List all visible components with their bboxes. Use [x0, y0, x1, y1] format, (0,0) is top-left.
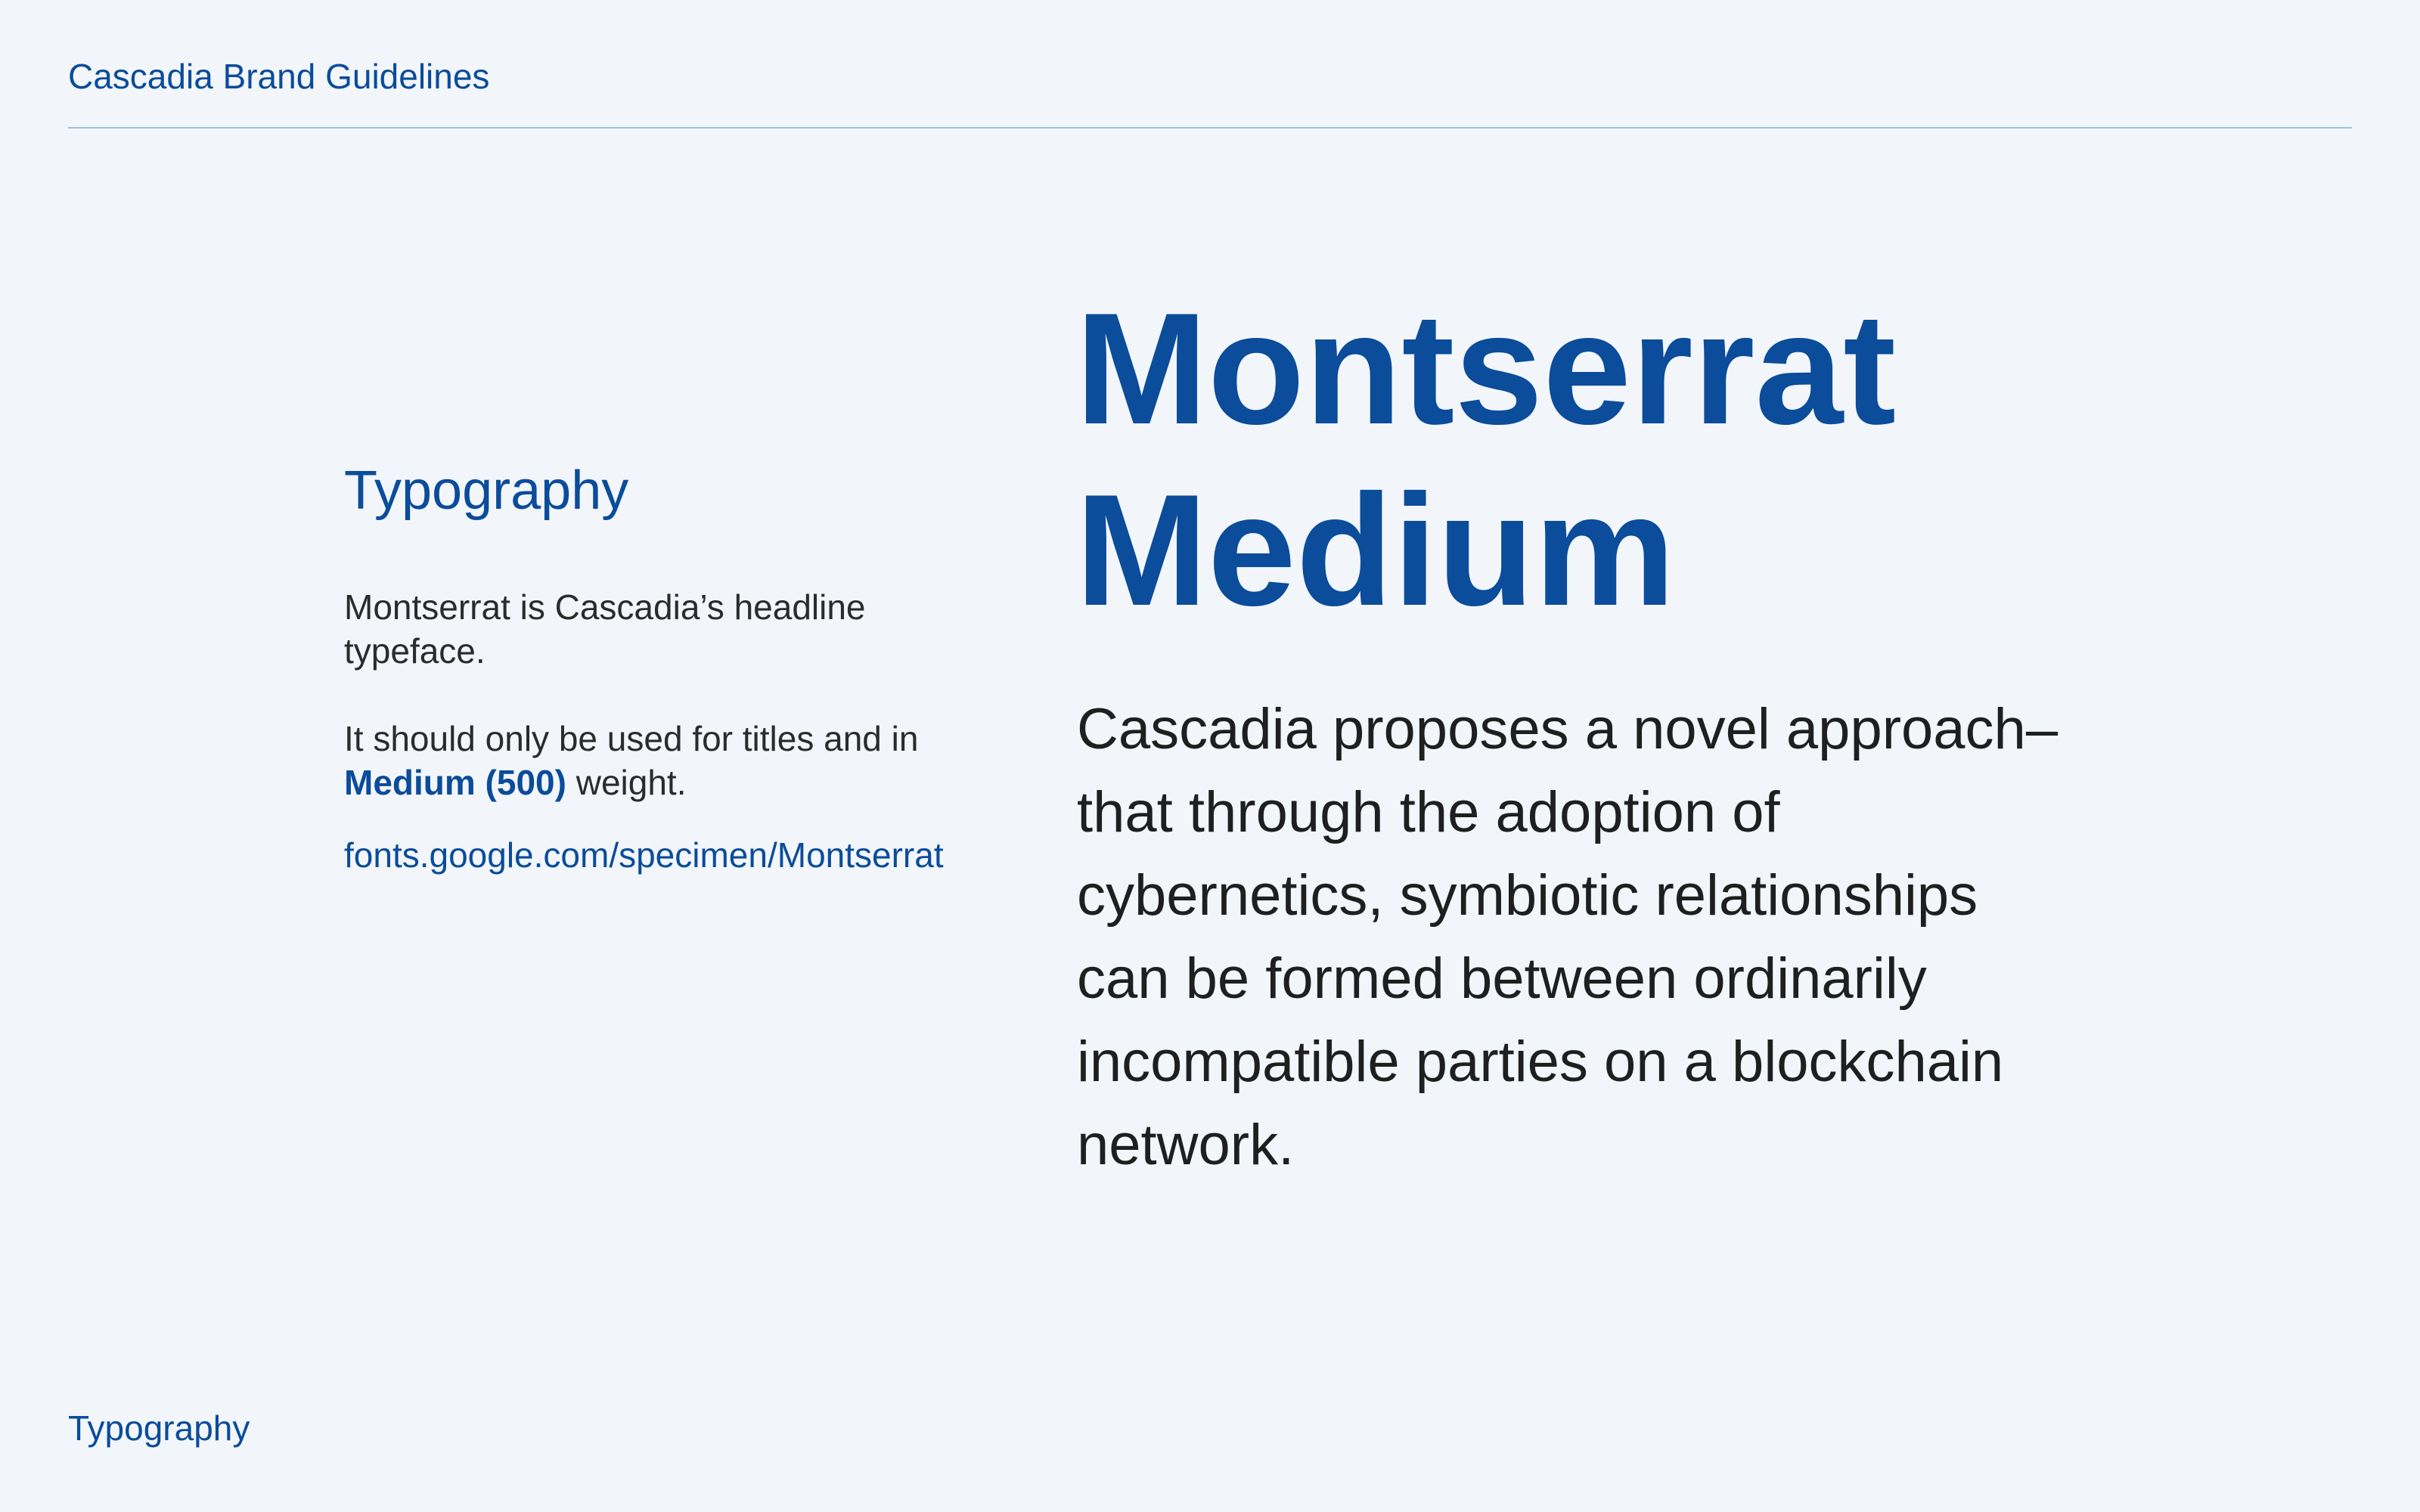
section-heading: Typography — [344, 460, 629, 521]
sample-paragraph: Cascadia proposes a novel approach–that … — [1077, 697, 2059, 1177]
description-paragraph-1: Montserrat is Cascadia’s headline typefa… — [344, 587, 866, 671]
typeface-name-line: Montserrat — [1075, 280, 1897, 457]
weight-highlight: Medium (500) — [344, 763, 566, 802]
typeface-description: Montserrat is Cascadia’s headline typefa… — [344, 585, 1010, 804]
font-specimen-link[interactable]: fonts.google.com/specimen/Montserrat — [344, 835, 944, 876]
footer-section-label: Typography — [68, 1408, 250, 1448]
typeface-display-title: Montserrat Medium — [1075, 278, 1896, 641]
brand-guidelines-title: Cascadia Brand Guidelines — [68, 57, 490, 96]
description-text-after: weight. — [566, 763, 687, 802]
description-text-before: It should only be used for titles and in — [344, 719, 919, 758]
typeface-weight-line: Medium — [1075, 461, 1676, 639]
header-divider — [68, 127, 2352, 129]
description-paragraph-2: It should only be used for titles and in… — [344, 717, 1010, 804]
